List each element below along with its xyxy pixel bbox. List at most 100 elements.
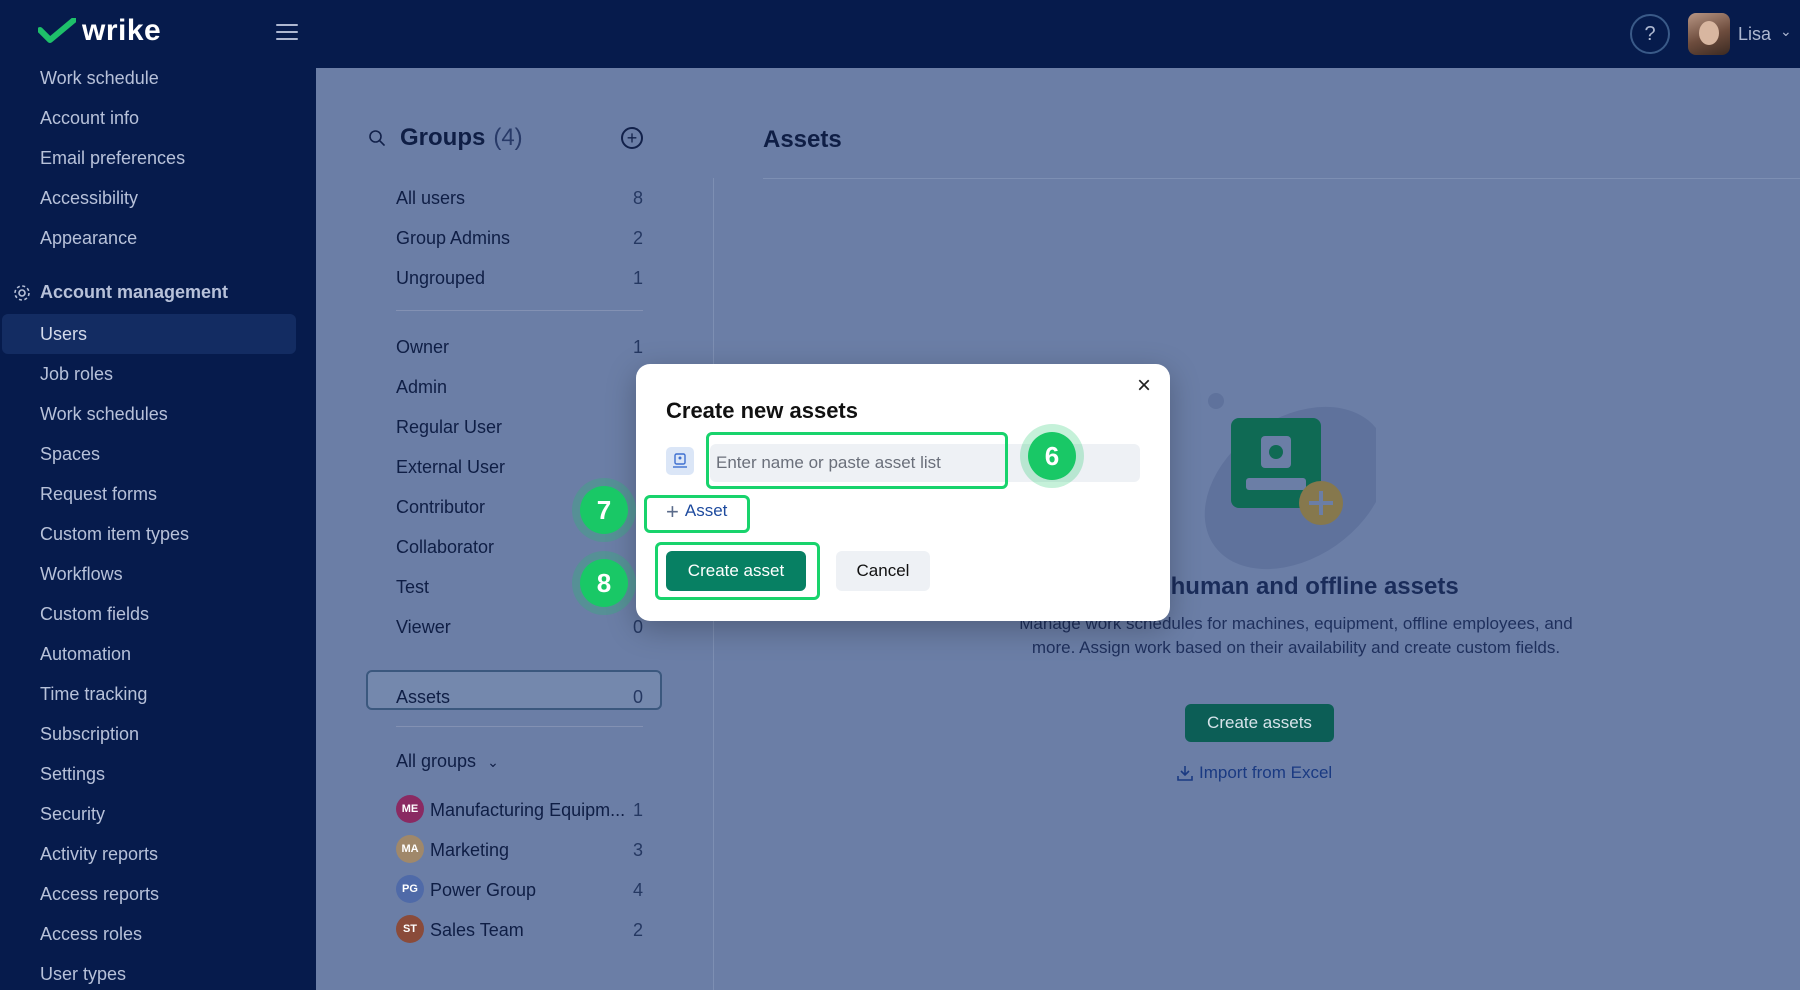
sidebar-section-account-management: Account management [12, 282, 228, 303]
group-row-all-users[interactable]: All users 8 [396, 188, 643, 209]
team-name: Power Group [430, 880, 537, 900]
search-icon[interactable] [368, 129, 386, 147]
group-label: All users [396, 188, 466, 208]
group-label: Test [396, 577, 430, 597]
sidebar-item-settings[interactable]: Settings [40, 764, 105, 785]
sidebar-item-user-types[interactable]: User types [40, 964, 126, 985]
group-row-owner[interactable]: Owner 1 [396, 337, 643, 358]
sidebar-item-access-reports[interactable]: Access reports [40, 884, 159, 905]
team-name: Sales Team [430, 920, 524, 940]
logo-text: wrike [82, 14, 162, 47]
sidebar-section-title: Account management [40, 282, 229, 302]
all-groups-dropdown[interactable]: All groups ⌄ [396, 751, 499, 772]
close-icon[interactable]: × [1132, 374, 1156, 398]
group-row-ungrouped[interactable]: Ungrouped 1 [396, 268, 643, 289]
team-row[interactable]: MA Marketing 3 [396, 835, 643, 864]
sidebar-item-work-schedules[interactable]: Work schedules [40, 404, 168, 425]
group-label: Assets [396, 687, 451, 707]
add-group-icon[interactable]: + [621, 127, 643, 149]
group-label: Group Admins [396, 228, 511, 248]
team-name: Manufacturing Equipm... [430, 800, 626, 820]
group-row-collaborator[interactable]: Collaborator [396, 537, 643, 558]
group-label: Ungrouped [396, 268, 486, 288]
assets-illustration-icon [1204, 393, 1376, 570]
group-row-viewer[interactable]: Viewer 0 [396, 617, 643, 638]
divider [763, 178, 1800, 179]
hamburger-menu-icon[interactable] [276, 24, 298, 42]
sidebar-item-email-preferences[interactable]: Email preferences [40, 148, 185, 169]
sidebar-item-access-roles[interactable]: Access roles [40, 924, 142, 945]
sidebar-item-time-tracking[interactable]: Time tracking [40, 684, 147, 705]
sidebar-item-workflows[interactable]: Workflows [40, 564, 123, 585]
group-label: Owner [396, 337, 450, 357]
highlight-create-asset [655, 542, 820, 600]
avatar[interactable] [1688, 13, 1730, 55]
group-label: Regular User [396, 417, 503, 437]
group-count: 0 [632, 617, 643, 637]
group-count: 8 [632, 188, 643, 208]
sidebar-item-security[interactable]: Security [40, 804, 105, 825]
dialog-title: Create new assets [666, 398, 858, 423]
sidebar-item-subscription[interactable]: Subscription [40, 724, 139, 745]
sidebar-item-job-roles[interactable]: Job roles [40, 364, 113, 385]
group-count: 1 [632, 268, 643, 288]
top-bar: wrike ? Lisa ⌄ [0, 0, 1800, 68]
group-count: 2 [632, 228, 643, 248]
cancel-button[interactable]: Cancel [836, 551, 930, 591]
team-row[interactable]: PG Power Group 4 [396, 875, 643, 904]
download-icon [1177, 766, 1193, 781]
team-name: Marketing [430, 840, 510, 860]
group-count: 0 [632, 687, 643, 707]
group-row-external-user[interactable]: External User [396, 457, 643, 478]
sidebar-item-work-schedule[interactable]: Work schedule [40, 68, 159, 89]
sidebar-item-account-info[interactable]: Account info [40, 108, 139, 129]
highlight-asset-input [706, 432, 1008, 489]
team-avatar: ST [396, 915, 424, 943]
wrike-check-icon [38, 18, 76, 43]
team-row[interactable]: ST Sales Team 2 [396, 915, 643, 944]
sidebar-item-accessibility[interactable]: Accessibility [40, 188, 138, 209]
sidebar-item-custom-fields[interactable]: Custom fields [40, 604, 149, 625]
sidebar-item-custom-item-types[interactable]: Custom item types [40, 524, 189, 545]
chevron-down-icon[interactable]: ⌄ [1780, 23, 1792, 40]
group-count: 1 [632, 337, 643, 357]
sidebar-item-users[interactable]: Users [40, 324, 87, 345]
group-row-regular-user[interactable]: Regular User [396, 417, 643, 438]
sidebar-item-appearance[interactable]: Appearance [40, 228, 137, 249]
group-label: Contributor [396, 497, 486, 517]
team-count: 1 [632, 800, 643, 820]
asset-type-icon[interactable] [666, 447, 694, 475]
sidebar-item-spaces[interactable]: Spaces [40, 444, 100, 465]
divider [396, 726, 643, 727]
chevron-down-icon: ⌄ [487, 754, 499, 770]
team-row[interactable]: ME Manufacturing Equipm... 1 [396, 795, 643, 824]
step-badge-6: 6 [1028, 432, 1076, 480]
app-window: wrike ? Lisa ⌄ Work schedule Account inf… [0, 0, 1800, 990]
groups-count: (4) [493, 124, 523, 151]
user-name[interactable]: Lisa [1738, 24, 1771, 45]
groups-header: Groups (4) [368, 124, 523, 152]
group-label: Viewer [396, 617, 451, 637]
team-count: 2 [632, 920, 643, 940]
team-count: 3 [632, 840, 643, 860]
highlight-add-asset [644, 495, 750, 533]
import-label: Import from Excel [1199, 763, 1333, 782]
team-count: 4 [632, 880, 643, 900]
group-row-admin[interactable]: Admin [396, 377, 643, 398]
all-groups-label: All groups [396, 751, 477, 771]
sidebar-item-request-forms[interactable]: Request forms [40, 484, 157, 505]
group-label: External User [396, 457, 506, 477]
sidebar-item-automation[interactable]: Automation [40, 644, 131, 665]
assets-panel-title: Assets [763, 126, 842, 153]
sidebar-item-activity-reports[interactable]: Activity reports [40, 844, 158, 865]
group-row-group-admins[interactable]: Group Admins 2 [396, 228, 643, 249]
wrike-logo[interactable]: wrike [38, 14, 161, 48]
help-icon[interactable]: ? [1630, 14, 1670, 54]
team-avatar: PG [396, 875, 424, 903]
group-row-assets[interactable]: Assets 0 [396, 687, 643, 708]
group-label: Admin [396, 377, 448, 397]
create-assets-button[interactable]: Create assets [1185, 704, 1334, 742]
divider [396, 310, 643, 311]
import-from-excel-link[interactable]: Import from Excel [1177, 763, 1332, 783]
group-label: Collaborator [396, 537, 495, 557]
